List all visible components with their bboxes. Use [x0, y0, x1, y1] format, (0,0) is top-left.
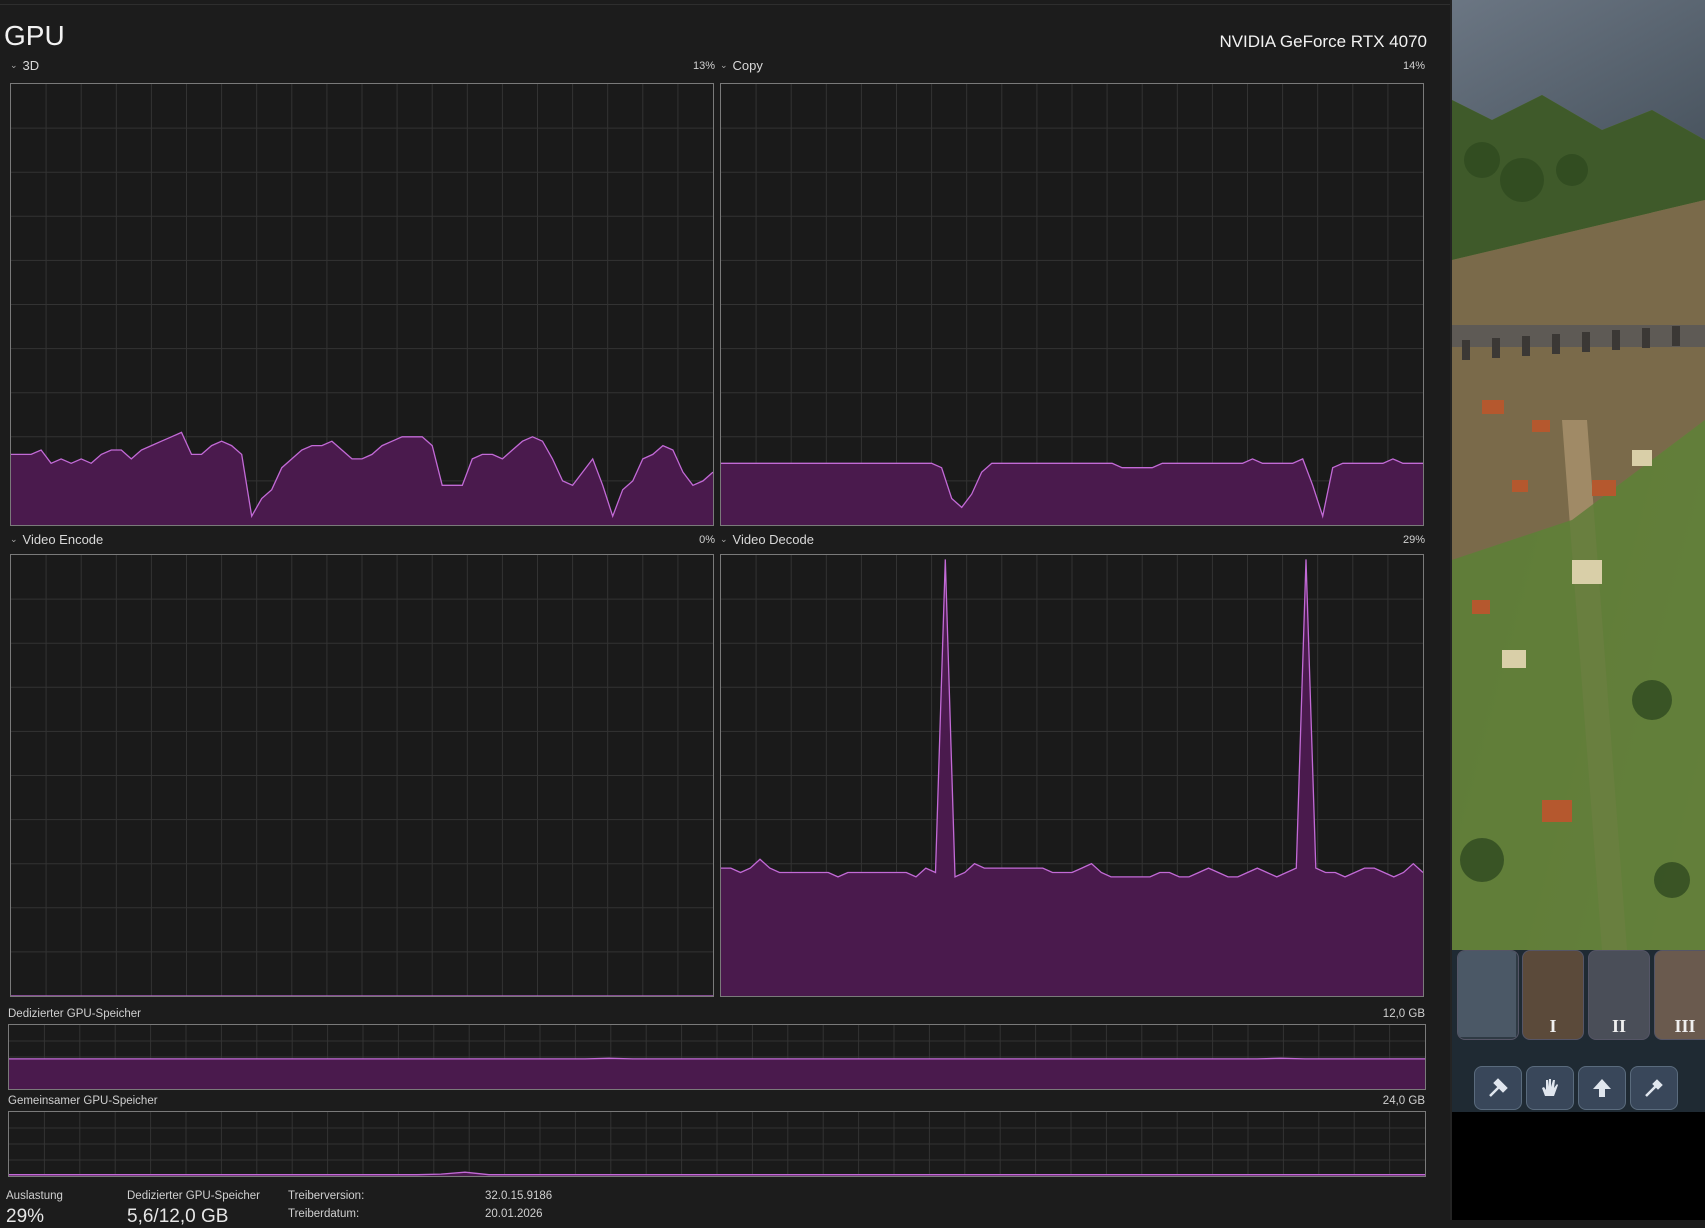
utilization-label: Auslastung	[6, 1190, 63, 1202]
top-divider	[0, 4, 1452, 5]
shared-memory-graph	[8, 1111, 1426, 1177]
gpu-model-name: NVIDIA GeForce RTX 4070	[1219, 32, 1427, 51]
graph-3d	[10, 83, 714, 526]
upgrade-button[interactable]	[1578, 1066, 1626, 1110]
video-decode-series-svg	[721, 555, 1423, 996]
dedicated-memory-series-area	[9, 1058, 1425, 1089]
3d-series-svg	[11, 84, 713, 525]
shared-memory-series-svg	[9, 1112, 1425, 1176]
engine-label-video-encode[interactable]: ⌄ Video Encode	[10, 532, 103, 547]
video-encode-series-svg	[11, 555, 713, 996]
driver-version-label: Treiberversion:	[288, 1190, 365, 1202]
game-bottom-bar	[1452, 1112, 1705, 1220]
driver-date-label: Treiberdatum:	[288, 1208, 360, 1220]
copy-series-svg	[721, 84, 1423, 525]
engine-percent-video-encode: 0%	[699, 534, 715, 546]
hand-icon	[1542, 1079, 1558, 1096]
game-map-view[interactable]	[1452, 0, 1705, 950]
dedicated-stat-value: 5,6/12,0 GB	[127, 1206, 229, 1227]
chevron-down-icon: ⌄	[720, 60, 728, 70]
graph-video-encode	[10, 554, 714, 997]
game-window[interactable]: I II III	[1452, 0, 1705, 1220]
dedicated-stat-label: Dedizierter GPU-Speicher	[127, 1190, 260, 1202]
portrait-tier-2[interactable]: II	[1588, 950, 1650, 1040]
portrait-tier-1[interactable]: I	[1522, 950, 1584, 1040]
crossed-tools-icon	[1458, 951, 1516, 1037]
page-title: GPU	[4, 20, 65, 51]
game-scene-image	[1452, 0, 1705, 950]
engine-label-video-decode[interactable]: ⌄ Video Decode	[720, 532, 814, 547]
engine-label-3d[interactable]: ⌄ 3D	[10, 58, 39, 73]
driver-date-value: 20.01.2026	[485, 1208, 543, 1220]
pipette-icon	[1645, 1079, 1663, 1097]
hammer-icon	[1489, 1078, 1508, 1097]
dedicated-memory-series-svg	[9, 1025, 1425, 1089]
graph-copy	[720, 83, 1424, 526]
shared-memory-label: Gemeinsamer GPU-Speicher	[8, 1095, 158, 1107]
shared-memory-max: 24,0 GB	[1382, 1095, 1425, 1107]
dedicated-memory-graph	[8, 1024, 1426, 1090]
chevron-down-icon: ⌄	[720, 534, 728, 544]
driver-version-value: 32.0.15.9186	[485, 1190, 553, 1202]
engine-percent-copy: 14%	[1402, 60, 1425, 72]
engine-label-copy[interactable]: ⌄ Copy	[720, 58, 763, 73]
pipette-button[interactable]	[1630, 1066, 1678, 1110]
hammer-button[interactable]	[1474, 1066, 1522, 1110]
portrait-tier-3-numeral: III	[1674, 1016, 1696, 1036]
engine-percent-video-decode: 29%	[1402, 534, 1425, 546]
chevron-down-icon: ⌄	[10, 534, 18, 544]
arrow-up-icon	[1593, 1079, 1611, 1097]
utilization-value: 29%	[6, 1206, 45, 1227]
chevron-down-icon: ⌄	[10, 60, 18, 70]
graph-video-decode	[720, 554, 1424, 997]
task-manager-gpu-panel: GPU NVIDIA GeForce RTX 4070 ⌄ 3D 13% ⌄ Cop…	[0, 0, 1452, 1227]
portrait-tier-1-numeral: I	[1549, 1016, 1557, 1036]
portrait-slot-0[interactable]	[1457, 950, 1519, 1040]
engine-percent-3d: 13%	[692, 60, 715, 72]
dedicated-memory-label: Dedizierter GPU-Speicher	[8, 1008, 141, 1020]
portrait-tier-3[interactable]: III	[1654, 950, 1705, 1040]
hand-button[interactable]	[1526, 1066, 1574, 1110]
portrait-tier-2-numeral: II	[1611, 1016, 1626, 1036]
dedicated-memory-max: 12,0 GB	[1382, 1008, 1425, 1020]
dedicated-memory-series-line	[9, 1057, 1425, 1060]
